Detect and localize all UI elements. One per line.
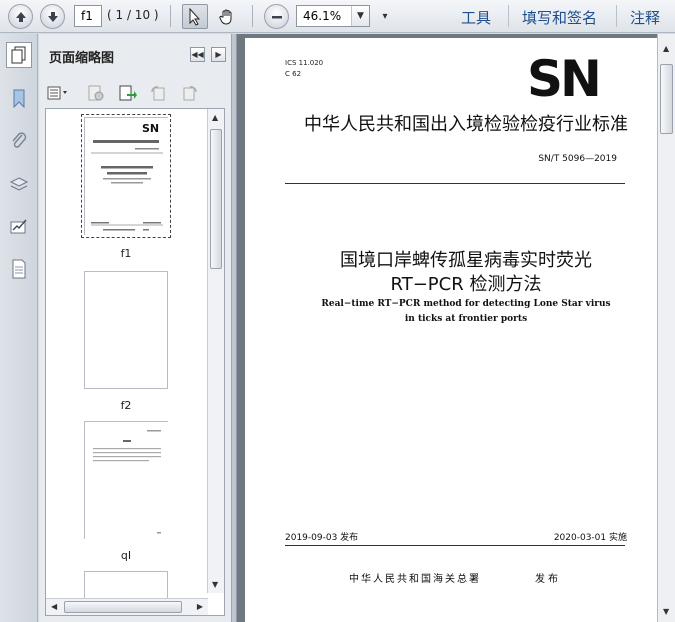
options-icon[interactable] (45, 82, 73, 104)
bookmark-icon[interactable] (6, 86, 32, 112)
link-divider (508, 5, 509, 27)
title-chinese: 国境口岸蜱传孤星病毒实时荧光 (340, 250, 592, 271)
panel-title: 页面缩略图 (49, 51, 115, 66)
page-down-icon[interactable] (40, 4, 65, 29)
panel-header: 页面缩略图 ◀◀ ▶ (39, 34, 232, 74)
toolbar: f1 ( 1 / 10 ) 46.1% ▼ ▾ 工具 填写和签名 注释 (0, 0, 675, 33)
scroll-thumb[interactable] (660, 64, 673, 134)
document-page: ICS 11.020 C 62 SN 中华人民共和国出入境检验检疫行业标准 SN… (245, 38, 657, 622)
title-english-line1: Real−time RT−PCR method for detecting Lo… (321, 299, 611, 309)
comment-link[interactable]: 注释 (630, 7, 660, 28)
insert-page-icon[interactable] (117, 82, 139, 104)
chevron-down-icon[interactable]: ▼ (351, 6, 369, 26)
page-number-input[interactable]: f1 (74, 5, 102, 27)
thumbnail-horizontal-scrollbar[interactable]: ◀ ▶ (46, 598, 208, 615)
scroll-down-icon[interactable]: ▼ (212, 580, 218, 589)
publish-label: 发布 (535, 574, 561, 585)
select-cursor-icon[interactable] (182, 4, 208, 29)
ics-code: ICS 11.020 C 62 (285, 58, 323, 80)
scroll-up-icon[interactable]: ▲ (663, 44, 669, 53)
footer-rule (285, 545, 625, 546)
zoom-value: 46.1% (303, 9, 342, 23)
scroll-thumb[interactable] (210, 129, 222, 269)
thumbnail-vertical-scrollbar[interactable]: ▲ ▼ (207, 109, 224, 593)
thumbnail-page-2[interactable] (84, 271, 168, 389)
standard-number: SN/T 5096—2019 (538, 154, 617, 164)
thumbnail-page-4[interactable] (84, 571, 168, 601)
navigation-rail (0, 34, 38, 622)
page-icon[interactable] (6, 256, 32, 282)
page-up-icon[interactable] (8, 4, 33, 29)
expand-panel-icon[interactable]: ▶ (211, 47, 226, 62)
thumbnail-list[interactable]: SN f1 f2 qI ▲ ▼ ◀ ▶ (45, 108, 225, 616)
page-count: ( 1 / 10 ) (107, 8, 159, 22)
more-icon[interactable]: ▾ (372, 4, 398, 29)
header-rule (285, 183, 625, 184)
scroll-down-icon[interactable]: ▼ (663, 607, 669, 616)
hand-icon[interactable] (214, 4, 240, 29)
thumbnail-page-1[interactable]: SN (81, 114, 171, 238)
zoom-select[interactable]: 46.1% ▼ (296, 5, 370, 27)
rotate-left-icon[interactable] (147, 82, 169, 104)
scroll-up-icon[interactable]: ▲ (212, 113, 218, 122)
title-english-line2: in ticks at frontier ports (404, 314, 528, 324)
implementation-date: 2020-03-01 实施 (553, 533, 627, 543)
ccs-number: C 62 (285, 70, 302, 78)
document-view[interactable]: ICS 11.020 C 62 SN 中华人民共和国出入境检验检疫行业标准 SN… (237, 34, 657, 622)
fill-sign-link[interactable]: 填写和签名 (522, 7, 597, 28)
rotate-right-icon[interactable] (179, 82, 201, 104)
thumbnail-label: qI (120, 549, 132, 562)
title-chinese-line2: RT−PCR 检测方法 (390, 274, 542, 295)
thumbnail-page-1-preview: SN (85, 118, 169, 236)
thumbnail-label: f2 (120, 399, 132, 412)
zoom-out-icon[interactable] (264, 4, 289, 29)
issue-date: 2019-09-03 发布 (285, 533, 359, 543)
link-divider (616, 5, 617, 27)
svg-text:SN: SN (142, 122, 159, 135)
signature-icon[interactable] (6, 214, 32, 240)
delete-page-icon[interactable] (85, 82, 107, 104)
scroll-left-icon[interactable]: ◀ (51, 602, 57, 611)
page-thumbnails-icon[interactable] (6, 42, 32, 68)
sn-logo: SN (527, 50, 602, 108)
publisher: 中华人民共和国海关总署 (349, 574, 481, 585)
document-vertical-scrollbar[interactable]: ▲ ▼ (657, 34, 675, 622)
thumbnail-label: f1 (120, 247, 132, 260)
collapse-panel-icon[interactable]: ◀◀ (190, 47, 205, 62)
standard-category: 中华人民共和国出入境检验检疫行业标准 (304, 114, 628, 135)
thumbnail-page-3-preview (85, 422, 169, 540)
toolbar-divider (252, 5, 253, 27)
layers-icon[interactable] (6, 172, 32, 198)
toolbar-divider (170, 5, 171, 27)
thumbnail-page-3[interactable] (84, 421, 169, 540)
scroll-thumb[interactable] (64, 601, 182, 613)
scroll-right-icon[interactable]: ▶ (197, 602, 203, 611)
thumbnail-panel: 页面缩略图 ◀◀ ▶ SN f1 f2 qI ▲ ▼ ◀ ▶ (39, 34, 232, 622)
paperclip-icon[interactable] (6, 128, 32, 154)
panel-toolbar (39, 78, 232, 108)
ics-number: ICS 11.020 (285, 59, 324, 67)
tools-link[interactable]: 工具 (461, 7, 491, 28)
